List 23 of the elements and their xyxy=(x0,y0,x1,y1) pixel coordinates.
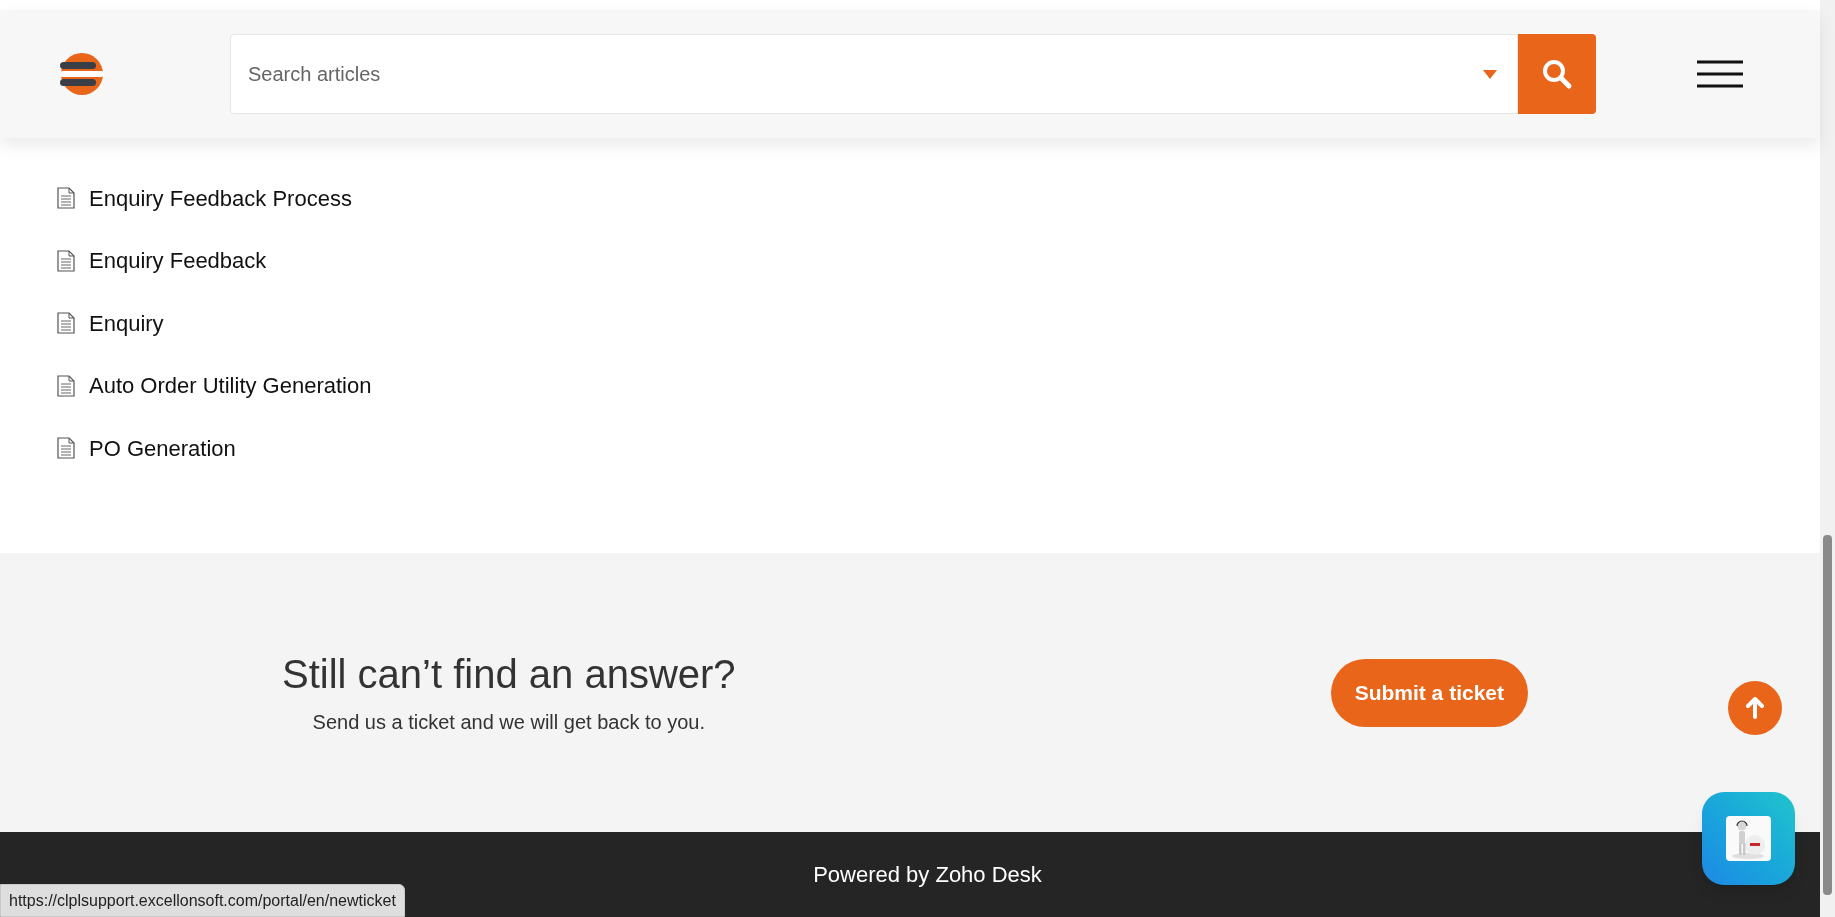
search-icon xyxy=(1541,58,1573,90)
article-link[interactable]: PO Generation xyxy=(89,431,236,465)
document-icon xyxy=(57,437,75,460)
document-icon xyxy=(57,249,75,272)
cta-text: Send us a ticket and we will get back to you. xyxy=(312,709,705,735)
search-field[interactable]: Search articles xyxy=(230,34,1518,114)
article-link[interactable]: Enquiry Feedback xyxy=(89,244,267,278)
menu-icon[interactable] xyxy=(1697,60,1743,88)
cta-heading: Still can’t find an answer? xyxy=(282,650,736,698)
article-link[interactable]: Enquiry Feedback Process xyxy=(89,181,352,215)
document-icon xyxy=(57,187,75,210)
search-button[interactable] xyxy=(1518,34,1596,114)
document-icon xyxy=(57,374,75,397)
dropdown-caret-icon[interactable] xyxy=(1483,70,1497,79)
article-link[interactable]: Auto Order Utility Generation xyxy=(89,369,372,403)
status-url-tooltip: https://clplsupport.excellonsoft.com/portal/en/newticket xyxy=(0,884,405,917)
scrollbar-thumb[interactable] xyxy=(1823,535,1832,895)
article-link[interactable]: Enquiry xyxy=(89,306,164,340)
document-icon xyxy=(57,312,75,335)
arrow-up-icon xyxy=(1746,697,1764,719)
footer-text: Powered by Zoho Desk xyxy=(812,861,1042,889)
logo-icon[interactable] xyxy=(60,52,104,96)
chat-widget-button[interactable] xyxy=(1702,792,1795,885)
